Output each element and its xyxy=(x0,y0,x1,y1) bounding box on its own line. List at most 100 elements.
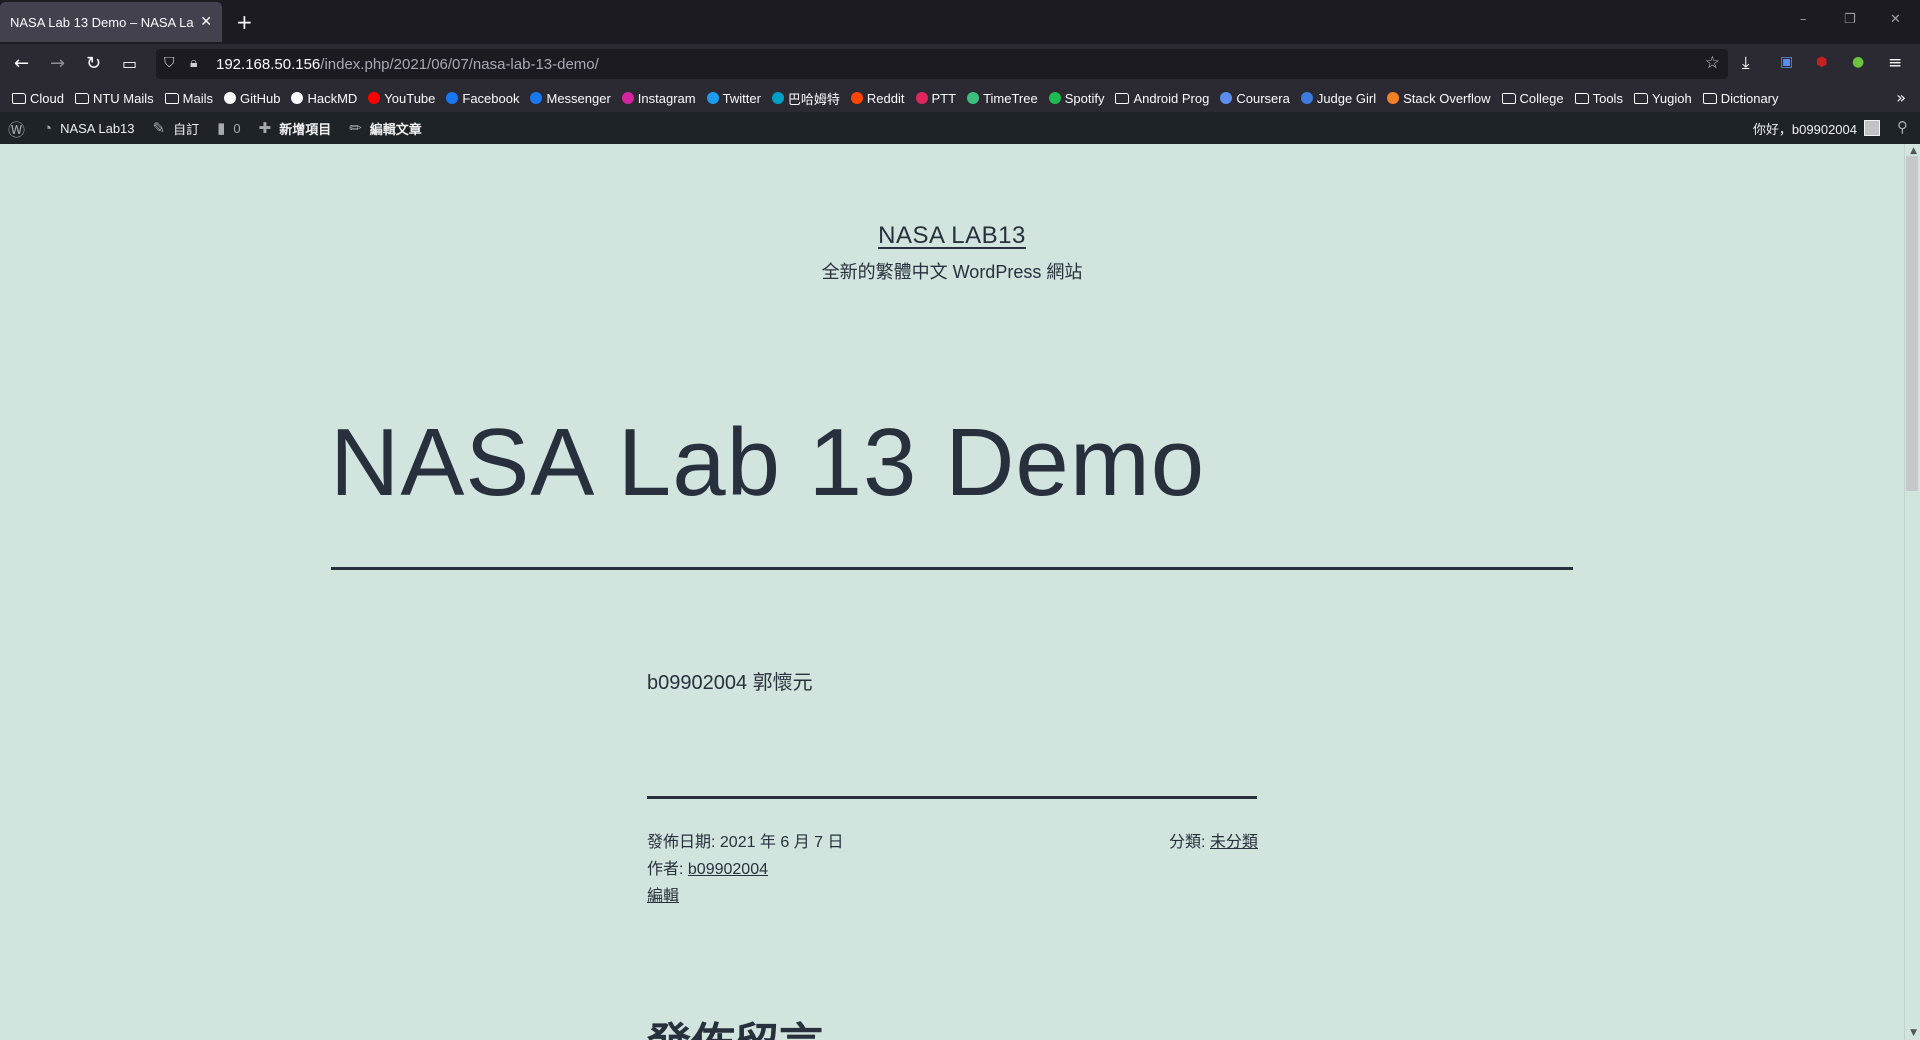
brush-icon: ✎ xyxy=(152,120,166,137)
folder-icon xyxy=(1501,92,1516,104)
insecure-lock-icon[interactable]: 🔒︎ xyxy=(190,55,197,71)
bookmark-item[interactable]: College xyxy=(1501,91,1564,106)
comment-bubble-icon: ▮ xyxy=(217,120,226,137)
bookmark-item[interactable]: Stack Overflow xyxy=(1387,91,1491,106)
pencil-icon: ✏ xyxy=(349,120,362,137)
ublock-icon[interactable]: ⬢ xyxy=(1816,55,1827,70)
admin-comments[interactable]: ▮ 0 xyxy=(217,119,241,137)
folder-icon xyxy=(164,92,179,104)
spotify-icon xyxy=(1048,92,1061,104)
content-divider xyxy=(647,796,1257,799)
minimize-window-button[interactable]: – xyxy=(1800,12,1807,27)
bookmark-label: Facebook xyxy=(462,90,520,106)
bookmark-item[interactable]: Facebook xyxy=(446,91,519,106)
bookmark-item[interactable]: Messenger xyxy=(530,91,611,106)
bookmark-item[interactable]: Reddit xyxy=(850,91,905,106)
folder-icon xyxy=(1115,92,1130,104)
scroll-down-icon[interactable]: ▼ xyxy=(1910,1028,1917,1038)
bookmark-star-icon[interactable]: ☆ xyxy=(1705,53,1720,73)
author-link[interactable]: b09902004 xyxy=(688,861,768,878)
bookmark-item[interactable]: Dictionary xyxy=(1702,91,1779,106)
category-link[interactable]: 未分類 xyxy=(1210,834,1258,851)
dashboard-icon: ◔ xyxy=(43,119,53,137)
admin-new-item[interactable]: ✚ 新增項目 xyxy=(259,119,332,138)
edit-link[interactable]: 編輯 xyxy=(647,882,679,906)
bookmark-item[interactable]: Coursera xyxy=(1220,90,1290,106)
post-date: 發佈日期: 2021 年 6 月 7 日 xyxy=(647,834,844,851)
bookmark-label: Mails xyxy=(182,90,213,106)
search-icon[interactable]: ⚲ xyxy=(1897,118,1908,136)
bookmark-item[interactable]: PTT xyxy=(915,91,956,106)
bookmark-item[interactable]: Tools xyxy=(1574,90,1623,106)
bookmark-item[interactable]: Instagram xyxy=(621,90,696,106)
plus-icon: ✚ xyxy=(258,120,272,137)
bookmark-item[interactable]: Cloud xyxy=(12,91,64,106)
bookmark-label: HackMD xyxy=(307,90,358,106)
instagram-icon xyxy=(621,92,634,104)
reload-icon[interactable]: ↻ xyxy=(86,53,101,74)
forward-arrow-icon[interactable]: → xyxy=(50,53,65,74)
bookmark-label: Instagram xyxy=(637,90,696,106)
url-bar[interactable]: ⛉ 🔒︎ 192.168.50.156/index.php/2021/06/07… xyxy=(156,49,1728,79)
close-window-button[interactable]: ✕ xyxy=(1890,12,1901,27)
bookmark-label: Yugioh xyxy=(1651,90,1692,106)
bookmark-item[interactable]: TimeTree xyxy=(967,91,1038,106)
bookmark-item[interactable]: HackMD xyxy=(291,91,357,106)
bookmark-item[interactable]: Android Prog xyxy=(1115,91,1209,106)
bookmark-item[interactable]: Twitter xyxy=(706,91,761,106)
bookmark-label: Tools xyxy=(1592,90,1623,106)
admin-customize[interactable]: ✎ 自訂 xyxy=(153,119,200,138)
admin-greeting[interactable]: 你好，b09902004 xyxy=(1753,119,1880,138)
folder-icon xyxy=(12,92,26,104)
bookmark-item[interactable]: Yugioh xyxy=(1633,90,1692,106)
bookmark-item[interactable]: Spotify xyxy=(1048,91,1104,106)
bookmark-item[interactable]: GitHub xyxy=(223,91,280,106)
downloads-icon[interactable]: ⤓ xyxy=(1742,53,1750,73)
youtube-icon xyxy=(368,92,381,104)
bookmark-label: Coursera xyxy=(1236,90,1290,106)
site-title[interactable]: NASA LAB13 xyxy=(0,222,1904,250)
bookmarks-overflow-icon[interactable]: » xyxy=(1896,88,1906,107)
translate-icon[interactable]: ▣ xyxy=(1780,54,1793,70)
folder-icon xyxy=(1574,92,1589,104)
github-icon xyxy=(223,92,236,104)
scrollbar-thumb[interactable] xyxy=(1906,156,1918,491)
reddit-icon xyxy=(850,92,863,104)
wordpress-logo-icon[interactable]: Ⓦ xyxy=(8,116,25,141)
bookmark-label: Android Prog xyxy=(1133,90,1210,106)
new-tab-button[interactable]: + xyxy=(236,10,253,34)
scroll-up-icon[interactable]: ▲ xyxy=(1910,146,1917,156)
shield-icon[interactable]: ⛉ xyxy=(164,55,175,71)
bookmark-item[interactable]: YouTube xyxy=(368,91,435,106)
title-divider xyxy=(331,567,1573,570)
facebook-icon xyxy=(446,92,459,104)
messenger-icon xyxy=(530,92,543,104)
admin-edit-post[interactable]: ✏ 編輯文章 xyxy=(349,119,422,138)
post-author: 作者: b09902004 xyxy=(647,861,768,878)
bookmark-label: YouTube xyxy=(384,90,436,106)
bookmark-label: TimeTree xyxy=(983,90,1038,106)
post-category: 分類: 未分類 xyxy=(1169,834,1258,851)
hackmd-icon xyxy=(291,92,304,104)
reader-view-icon[interactable]: ▭ xyxy=(122,54,137,73)
post-body: b09902004 郭懷元 xyxy=(647,672,813,694)
coursera-icon xyxy=(1220,92,1233,104)
bookmark-item[interactable]: Judge Girl xyxy=(1300,91,1376,106)
bookmark-item[interactable]: NTU Mails xyxy=(74,91,154,106)
admin-site-name[interactable]: ◔ NASA Lab13 xyxy=(43,120,135,137)
menu-icon[interactable]: ≡ xyxy=(1888,53,1902,73)
extension-icon[interactable]: ● xyxy=(1852,54,1864,70)
browser-nav-bar: ← → ↻ ▭ ⛉ 🔒︎ 192.168.50.156/index.php/20… xyxy=(0,44,1920,84)
restore-window-button[interactable]: ❐ xyxy=(1844,12,1856,27)
bookmark-item[interactable]: 巴哈姆特 xyxy=(771,89,840,108)
back-arrow-icon[interactable]: ← xyxy=(14,53,29,74)
bookmarks-bar: Cloud NTU Mails Mails GitHub HackMD YouTube Fa… xyxy=(0,84,1920,112)
bookmark-label: Cloud xyxy=(30,90,64,106)
twitter-icon xyxy=(706,92,719,104)
url-text[interactable]: 192.168.50.156/index.php/2021/06/07/nasa… xyxy=(216,56,599,73)
page-scrollbar[interactable]: ▲ ▼ xyxy=(1904,144,1920,1040)
post-title: NASA Lab 13 Demo xyxy=(330,409,1206,516)
tab-close-icon[interactable]: ✕ xyxy=(200,14,212,30)
bookmark-item[interactable]: Mails xyxy=(164,90,213,106)
browser-tab[interactable]: NASA Lab 13 Demo – NASA Lab13 ✕ xyxy=(0,2,222,42)
